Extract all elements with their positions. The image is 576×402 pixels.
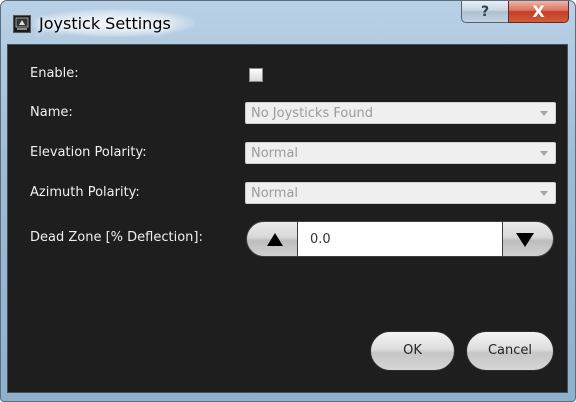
name-dropdown[interactable]: No Joysticks Found <box>245 102 556 124</box>
elevation-polarity-dropdown[interactable]: Normal <box>245 142 556 164</box>
azimuth-polarity-label: Azimuth Polarity: <box>30 185 140 200</box>
dead-zone-increment-button[interactable] <box>246 221 298 257</box>
close-button[interactable]: X <box>508 1 569 23</box>
triangle-up-icon <box>267 233 283 246</box>
dead-zone-value: 0.0 <box>310 232 331 247</box>
help-button[interactable]: ? <box>461 1 509 23</box>
enable-checkbox[interactable] <box>249 68 263 82</box>
name-dropdown-value: No Joysticks Found <box>251 106 374 121</box>
window-title: Joystick Settings <box>39 14 171 33</box>
caption-buttons: ? X <box>461 1 569 25</box>
dead-zone-label: Dead Zone [% Deflection]: <box>30 230 203 245</box>
azimuth-polarity-dropdown[interactable]: Normal <box>245 182 556 204</box>
dead-zone-decrement-button[interactable] <box>502 221 554 257</box>
dead-zone-input[interactable]: 0.0 <box>297 221 503 257</box>
cancel-button[interactable]: Cancel <box>466 331 554 371</box>
azimuth-polarity-value: Normal <box>251 186 299 201</box>
title-bar[interactable]: Joystick Settings ? X <box>1 1 576 39</box>
triangle-down-icon <box>516 233 534 247</box>
name-label: Name: <box>30 105 73 120</box>
elevation-polarity-value: Normal <box>251 146 299 161</box>
chevron-down-icon <box>540 111 548 116</box>
elevation-polarity-label: Elevation Polarity: <box>30 145 147 160</box>
chevron-down-icon <box>540 191 548 196</box>
app-icon <box>13 15 31 33</box>
chevron-down-icon <box>540 151 548 156</box>
ok-button[interactable]: OK <box>370 331 455 371</box>
enable-label: Enable: <box>30 66 79 81</box>
